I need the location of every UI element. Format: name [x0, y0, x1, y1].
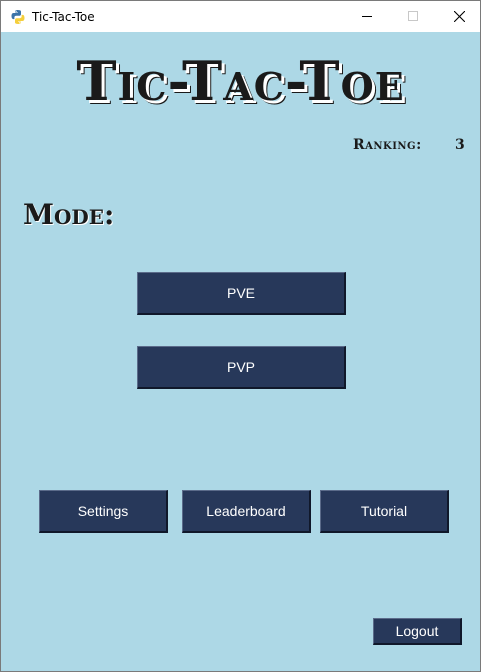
- pve-button[interactable]: PVE: [137, 272, 346, 315]
- maximize-button[interactable]: [390, 1, 436, 32]
- python-icon: [10, 9, 26, 25]
- pvp-button[interactable]: PVP: [137, 346, 346, 389]
- settings-button[interactable]: Settings: [39, 490, 168, 533]
- close-button[interactable]: [436, 1, 481, 32]
- mode-label: Mode:: [23, 198, 115, 231]
- close-icon: [454, 11, 465, 22]
- title-bar[interactable]: Tic-Tac-Toe: [1, 1, 480, 32]
- leaderboard-button[interactable]: Leaderboard: [182, 490, 311, 533]
- ranking-label: Ranking:: [353, 137, 422, 153]
- ranking-value: 3: [455, 137, 465, 153]
- minimize-icon: [362, 16, 372, 17]
- minimize-button[interactable]: [344, 1, 390, 32]
- app-window: Tic-Tac-Toe Tic-Tac-Toe Ranking: 3 Mode:…: [0, 0, 481, 672]
- tutorial-button[interactable]: Tutorial: [320, 490, 449, 533]
- window-title: Tic-Tac-Toe: [32, 10, 95, 24]
- game-title: Tic-Tac-Toe: [76, 49, 405, 113]
- logout-button[interactable]: Logout: [373, 618, 462, 645]
- main-panel: Tic-Tac-Toe Ranking: 3 Mode: PVE PVP Set…: [1, 32, 480, 671]
- maximize-icon: [408, 11, 418, 21]
